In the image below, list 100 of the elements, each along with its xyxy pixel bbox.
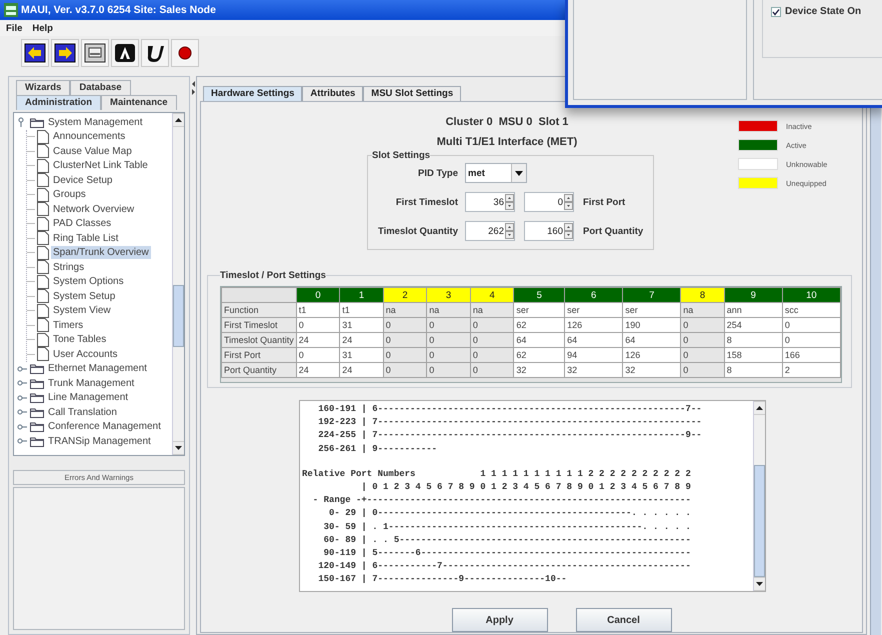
tree-item[interactable]: Conference Management	[46, 420, 163, 434]
spin-arrows-icon[interactable]	[564, 194, 573, 210]
table-cell: 0	[296, 318, 340, 332]
scroll-down-icon[interactable]	[756, 582, 763, 586]
tree-item[interactable]: Span/Trunk Overview	[51, 246, 151, 260]
scrollbar-thumb[interactable]	[754, 465, 765, 577]
table-cell: 2	[782, 362, 840, 378]
tree-item[interactable]: Timers	[51, 318, 86, 332]
table-cell: ser	[514, 302, 565, 318]
vertical-scrollbar[interactable]	[753, 401, 765, 591]
tab[interactable]: Administration	[16, 95, 102, 110]
tree-item[interactable]: Groups	[51, 188, 88, 202]
tree-item[interactable]: System View	[51, 304, 113, 318]
scroll-down-icon[interactable]	[175, 446, 182, 450]
vertical-scrollbar[interactable]	[172, 113, 184, 455]
checkbox[interactable]: Device State On	[771, 6, 862, 17]
tree-item[interactable]: Ring Table List	[51, 232, 120, 245]
expand-handle-icon[interactable]	[17, 364, 27, 374]
tree-item[interactable]: Network Overview	[51, 202, 136, 216]
tree-item[interactable]: Strings	[51, 260, 86, 274]
tree-item[interactable]: Cause Value Map	[51, 144, 134, 158]
expand-handle-icon[interactable]	[17, 378, 27, 388]
app-icon	[4, 3, 18, 17]
tree-item[interactable]: PAD Classes	[51, 217, 114, 230]
table-cell: 64	[564, 332, 623, 348]
page-icon	[37, 246, 49, 260]
toolbar-button[interactable]	[21, 39, 49, 67]
expand-handle-icon[interactable]	[17, 407, 27, 418]
toolbar-button[interactable]	[81, 39, 109, 67]
table-cell: 0	[470, 362, 514, 378]
scroll-up-icon[interactable]	[756, 406, 763, 410]
tab[interactable]: Database	[70, 80, 131, 95]
table-cell: t1	[340, 302, 384, 318]
expand-handle-icon[interactable]	[17, 436, 27, 446]
tree-item[interactable]: Announcements	[51, 130, 128, 144]
column-header: 3	[426, 288, 470, 302]
dialog-button[interactable]: Cancel	[576, 608, 672, 632]
toolbar-button[interactable]	[171, 39, 199, 67]
tree-item[interactable]: Device Setup	[51, 174, 114, 187]
spin-arrows-icon[interactable]	[505, 223, 514, 239]
table-cell: na	[383, 302, 427, 318]
checked-box-icon[interactable]	[771, 6, 781, 16]
tree-item[interactable]: Trunk Management	[46, 376, 136, 390]
field-label: Timeslot Quantity	[376, 226, 458, 236]
tree-item[interactable]: User Accounts	[51, 348, 120, 361]
splitter-arrows-icon[interactable]	[190, 80, 196, 96]
table-cell: 0	[470, 318, 514, 332]
window-title: MAUI, Ver. v3.7.0 6254 Site: Sales Node	[21, 4, 216, 16]
number-spinner[interactable]: 36	[465, 192, 515, 212]
tree-item[interactable]: System Options	[51, 275, 126, 288]
tree-item[interactable]: Ethernet Management	[46, 362, 149, 376]
tree-item[interactable]: ClusterNet Link Table	[51, 159, 150, 172]
toolbar-button[interactable]	[141, 39, 169, 67]
table-cell: 62	[514, 318, 565, 332]
folder-icon	[30, 392, 44, 404]
row-header: Timeslot Quantity	[222, 332, 296, 348]
spin-arrows-icon[interactable]	[564, 223, 573, 239]
tree-item[interactable]: Call Translation	[46, 406, 119, 419]
table-cell: 0	[426, 362, 470, 378]
number-spinner[interactable]: 0	[524, 192, 574, 212]
table-cell: 0	[680, 348, 724, 362]
column-header: 5	[514, 288, 565, 302]
report-line: 150-167 | 7---------------9---------------10--	[317, 573, 568, 586]
row-header: First Port	[222, 348, 296, 362]
table-cell: 31	[340, 348, 384, 362]
toolbar-button[interactable]	[51, 39, 79, 67]
tab[interactable]: Hardware Settings	[203, 86, 302, 101]
tree-item[interactable]: Line Management	[46, 391, 130, 404]
column-header: 4	[470, 288, 514, 302]
table-cell: 24	[340, 362, 384, 378]
report-line: Relative Port Numbers 1 1 1 1 1 1 1 1 1 1 2 2 2 2 2 2 2 2 2 2	[302, 468, 692, 481]
number-spinner[interactable]: 160	[524, 221, 574, 241]
tree-item[interactable]: System Management	[46, 116, 144, 129]
expand-handle-icon[interactable]	[17, 422, 27, 432]
tree-item[interactable]: TRANSip Management	[46, 434, 153, 448]
scroll-up-icon[interactable]	[175, 118, 182, 122]
menu-item[interactable]: Help	[32, 22, 53, 34]
table-cell: 126	[564, 318, 623, 332]
tab[interactable]: Attributes	[302, 86, 364, 101]
folder-icon	[30, 363, 44, 374]
emblem-icon	[114, 43, 136, 63]
scrollbar-thumb[interactable]	[173, 285, 184, 347]
tree-item[interactable]: System Setup	[51, 290, 118, 303]
dropdown[interactable]: met	[465, 163, 527, 183]
toolbar-button[interactable]	[111, 39, 139, 67]
tab[interactable]: Maintenance	[101, 95, 177, 110]
table-cell: ann	[724, 302, 782, 318]
tab[interactable]: Wizards	[16, 80, 70, 95]
table-cell: 0	[680, 332, 724, 348]
tab[interactable]: MSU Slot Settings	[363, 86, 462, 101]
number-spinner[interactable]: 262	[465, 221, 515, 241]
menu-item[interactable]: File	[6, 22, 22, 34]
table-cell: ser	[564, 302, 623, 318]
tree-item[interactable]: Tone Tables	[51, 333, 108, 346]
page-icon	[37, 347, 49, 362]
expand-handle-icon[interactable]	[17, 392, 27, 403]
dialog-button[interactable]: Apply	[452, 608, 548, 632]
spin-arrows-icon[interactable]	[505, 194, 514, 210]
table-cell: na	[426, 302, 470, 318]
column-header: 10	[782, 288, 840, 302]
